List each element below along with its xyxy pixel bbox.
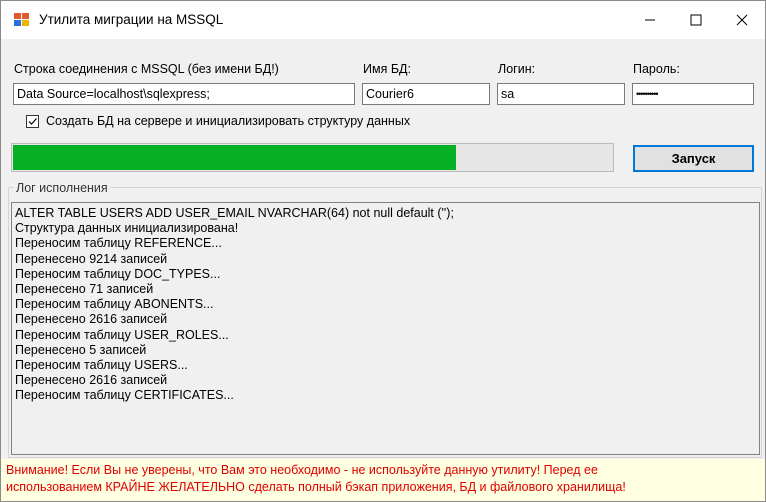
log-line: Переносим таблицу ABONENTS...: [15, 297, 214, 312]
progress-bar-fill: [13, 145, 456, 170]
db-name-label: Имя БД:: [363, 62, 411, 76]
db-name-input[interactable]: Courier6: [362, 83, 490, 105]
minimize-icon: [645, 19, 655, 21]
login-label: Логин:: [498, 62, 536, 76]
progress-bar: [11, 143, 614, 172]
log-line: Перенесено 5 записей: [15, 342, 147, 357]
checkmark-icon: [28, 117, 37, 125]
app-grid-icon: [14, 13, 29, 27]
create-db-option[interactable]: Создать БД на сервере и инициализировать…: [26, 114, 410, 128]
connection-string-input[interactable]: Data Source=localhost\sqlexpress;: [13, 83, 355, 105]
log-line: Перенесено 9214 записей: [15, 251, 168, 266]
migration-window: Утилита миграции на MSSQL Строка соедине…: [0, 0, 766, 502]
close-button[interactable]: [719, 1, 765, 39]
log-line: Переносим таблицу DOC_TYPES...: [15, 266, 221, 281]
password-input[interactable]: ••••••••••: [632, 83, 754, 105]
log-output[interactable]: ALTER TABLE USERS ADD USER_EMAIL NVARCHA…: [11, 202, 760, 455]
warning-line-2: использованием КРАЙНЕ ЖЕЛАТЕЛЬНО сделать…: [6, 480, 626, 494]
log-line: Переносим таблицу REFERENCE...: [15, 236, 222, 251]
run-button[interactable]: Запуск: [633, 145, 754, 172]
password-label: Пароль:: [633, 62, 680, 76]
close-icon: [736, 14, 748, 26]
connection-string-label: Строка соединения с MSSQL (без имени БД!…: [14, 62, 279, 76]
login-input[interactable]: sa: [497, 83, 625, 105]
warning-message: Внимание! Если Вы не уверены, что Вам эт…: [1, 459, 765, 501]
log-line: Структура данных инициализирована!: [15, 221, 239, 236]
window-title: Утилита миграции на MSSQL: [39, 12, 224, 27]
log-line: Перенесено 2616 записей: [15, 312, 168, 327]
log-line: ALTER TABLE USERS ADD USER_EMAIL NVARCHA…: [15, 206, 454, 220]
log-line: Переносим таблицу CERTIFICATES...: [15, 388, 234, 403]
create-db-label: Создать БД на сервере и инициализировать…: [46, 114, 411, 128]
maximize-icon: [690, 14, 702, 26]
log-line: Переносим таблицу USER_ROLES...: [15, 327, 229, 342]
warning-line-1: Внимание! Если Вы не уверены, что Вам эт…: [6, 463, 598, 477]
create-db-checkbox[interactable]: [26, 114, 39, 128]
title-bar[interactable]: Утилита миграции на MSSQL: [1, 1, 765, 39]
log-line: Переносим таблицу USERS...: [15, 358, 188, 373]
log-line: Перенесено 71 записей: [15, 282, 154, 297]
minimize-button[interactable]: [627, 1, 673, 39]
log-line: Перенесено 2616 записей: [15, 373, 168, 388]
maximize-button[interactable]: [673, 1, 719, 39]
log-group-title: Лог исполнения: [14, 181, 110, 195]
